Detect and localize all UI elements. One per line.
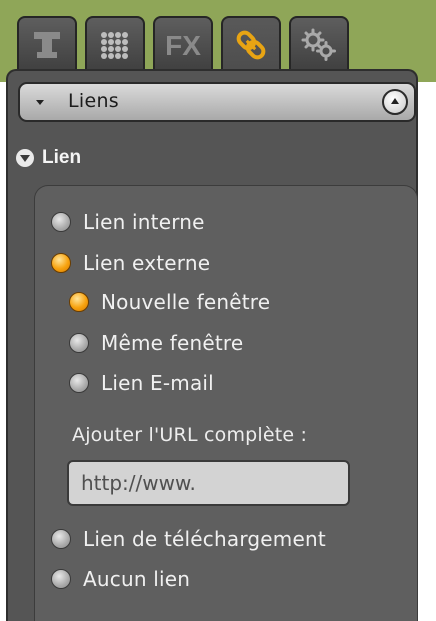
radio-button[interactable] xyxy=(51,529,71,549)
expand-toggle-icon xyxy=(16,149,34,167)
collapse-button[interactable] xyxy=(382,89,408,115)
radio-label: Lien de téléchargement xyxy=(83,527,326,551)
radio-button-checked[interactable] xyxy=(69,292,89,312)
chain-link-icon xyxy=(236,30,266,60)
section-header-liens[interactable]: Liens xyxy=(18,82,416,122)
radio-button[interactable] xyxy=(69,333,89,353)
radio-label: Aucun lien xyxy=(83,567,191,591)
url-input[interactable] xyxy=(67,460,350,506)
radio-button-checked[interactable] xyxy=(51,253,71,273)
section-title: Liens xyxy=(68,90,119,112)
dropdown-caret-icon xyxy=(36,100,44,105)
tab-settings[interactable] xyxy=(289,16,349,72)
radio-button[interactable] xyxy=(69,373,89,393)
radio-label: Lien E-mail xyxy=(101,371,214,395)
radio-lien-telechargement[interactable]: Lien de téléchargement xyxy=(51,527,326,551)
radio-label: Lien externe xyxy=(83,251,211,275)
fx-icon: FX xyxy=(165,30,201,61)
text-icon xyxy=(34,32,60,58)
radio-button[interactable] xyxy=(51,212,71,232)
radio-lien-email[interactable]: Lien E-mail xyxy=(69,371,214,395)
grid-dots-icon xyxy=(101,32,128,59)
radio-label: Nouvelle fenêtre xyxy=(101,290,271,314)
radio-label: Même fenêtre xyxy=(101,331,244,355)
radio-lien-interne[interactable]: Lien interne xyxy=(51,210,205,234)
tab-links[interactable] xyxy=(221,16,281,72)
url-field-label: Ajouter l'URL complète : xyxy=(72,424,308,446)
radio-meme-fenetre[interactable]: Même fenêtre xyxy=(69,331,243,355)
chevron-up-icon xyxy=(391,98,399,104)
radio-button[interactable] xyxy=(51,569,71,589)
tab-text[interactable] xyxy=(17,16,77,72)
fx-label: FX xyxy=(165,30,201,61)
tab-grid[interactable] xyxy=(85,16,145,72)
radio-aucun-lien[interactable]: Aucun lien xyxy=(51,567,190,591)
radio-label: Lien interne xyxy=(83,210,205,234)
tab-effects[interactable]: FX xyxy=(153,16,213,72)
radio-lien-externe[interactable]: Lien externe xyxy=(51,251,210,275)
group-header-lien[interactable]: Lien xyxy=(16,145,81,171)
radio-nouvelle-fenetre[interactable]: Nouvelle fenêtre xyxy=(69,290,270,314)
group-title: Lien xyxy=(42,147,82,168)
gears-icon xyxy=(301,28,336,61)
